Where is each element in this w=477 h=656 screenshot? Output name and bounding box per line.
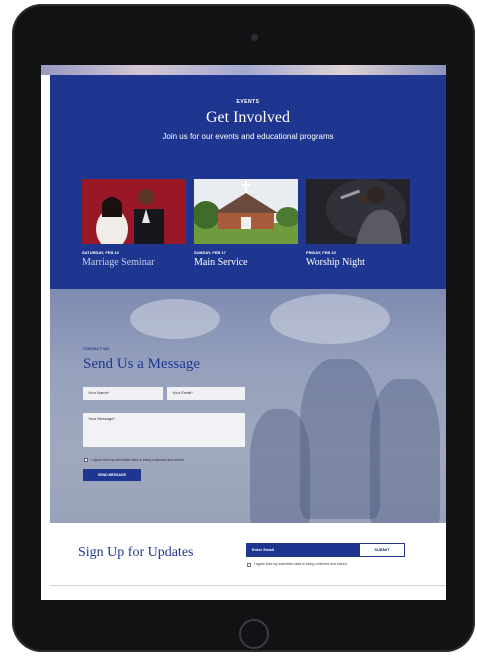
contact-kicker: CONTACT US — [83, 346, 109, 351]
event-name[interactable]: Main Service — [194, 257, 298, 268]
contact-title: Send Us a Message — [83, 356, 201, 372]
event-name[interactable]: Worship Night — [306, 257, 410, 268]
footer-divider — [50, 585, 446, 586]
name-field[interactable]: Your Name* — [83, 387, 163, 400]
event-card-worship-night[interactable]: FRIDAY, FEB 23 Worship Night — [306, 179, 410, 268]
event-date: FRIDAY, FEB 23 — [306, 250, 336, 255]
events-kicker: EVENTS — [236, 99, 260, 105]
email-field[interactable]: Your Email* — [167, 387, 245, 400]
tablet-screen: EVENTS Get Involved Join us for our even… — [41, 65, 446, 600]
events-title: Get Involved — [206, 109, 290, 126]
event-date: SUNDAY, FEB 17 — [194, 250, 226, 255]
signup-title: Sign Up for Updates — [78, 545, 194, 560]
event-card-marriage-seminar[interactable]: SATURDAY, FEB 10 Marriage Seminar — [82, 179, 186, 268]
crowd-silhouette — [370, 379, 440, 529]
crowd-silhouette — [250, 409, 310, 529]
consent-label: I agree that my submitted data is being … — [91, 458, 185, 462]
home-button[interactable] — [239, 619, 269, 649]
event-name[interactable]: Marriage Seminar — [82, 257, 186, 268]
consent-checkbox[interactable] — [84, 458, 88, 462]
hero-image-strip — [41, 65, 446, 75]
event-image-church[interactable] — [194, 179, 298, 244]
background-light — [270, 294, 390, 344]
background-light — [130, 299, 220, 339]
event-card-main-service[interactable]: SUNDAY, FEB 17 Main Service — [194, 179, 298, 268]
signup-consent-checkbox[interactable] — [247, 563, 251, 567]
crowd-silhouette — [300, 359, 380, 519]
event-date: SATURDAY, FEB 10 — [82, 250, 119, 255]
events-subtitle: Join us for our events and educational p… — [162, 132, 334, 141]
message-field[interactable]: Your Message* — [83, 413, 245, 447]
contact-section: CONTACT US Send Us a Message Your Name* … — [50, 289, 446, 529]
signup-section: Sign Up for Updates Enter Email SUBMIT I… — [50, 523, 446, 585]
front-camera — [251, 34, 258, 41]
signup-consent-label: I agree that my submitted data is being … — [254, 562, 348, 566]
signup-email-input[interactable]: Enter Email — [246, 543, 374, 557]
send-message-button[interactable]: SEND MESSAGE — [83, 469, 141, 481]
event-image-singer[interactable] — [306, 179, 410, 244]
events-section: EVENTS Get Involved Join us for our even… — [50, 75, 446, 289]
signup-submit-button[interactable]: SUBMIT — [359, 543, 405, 557]
event-image-couple[interactable] — [82, 179, 186, 244]
